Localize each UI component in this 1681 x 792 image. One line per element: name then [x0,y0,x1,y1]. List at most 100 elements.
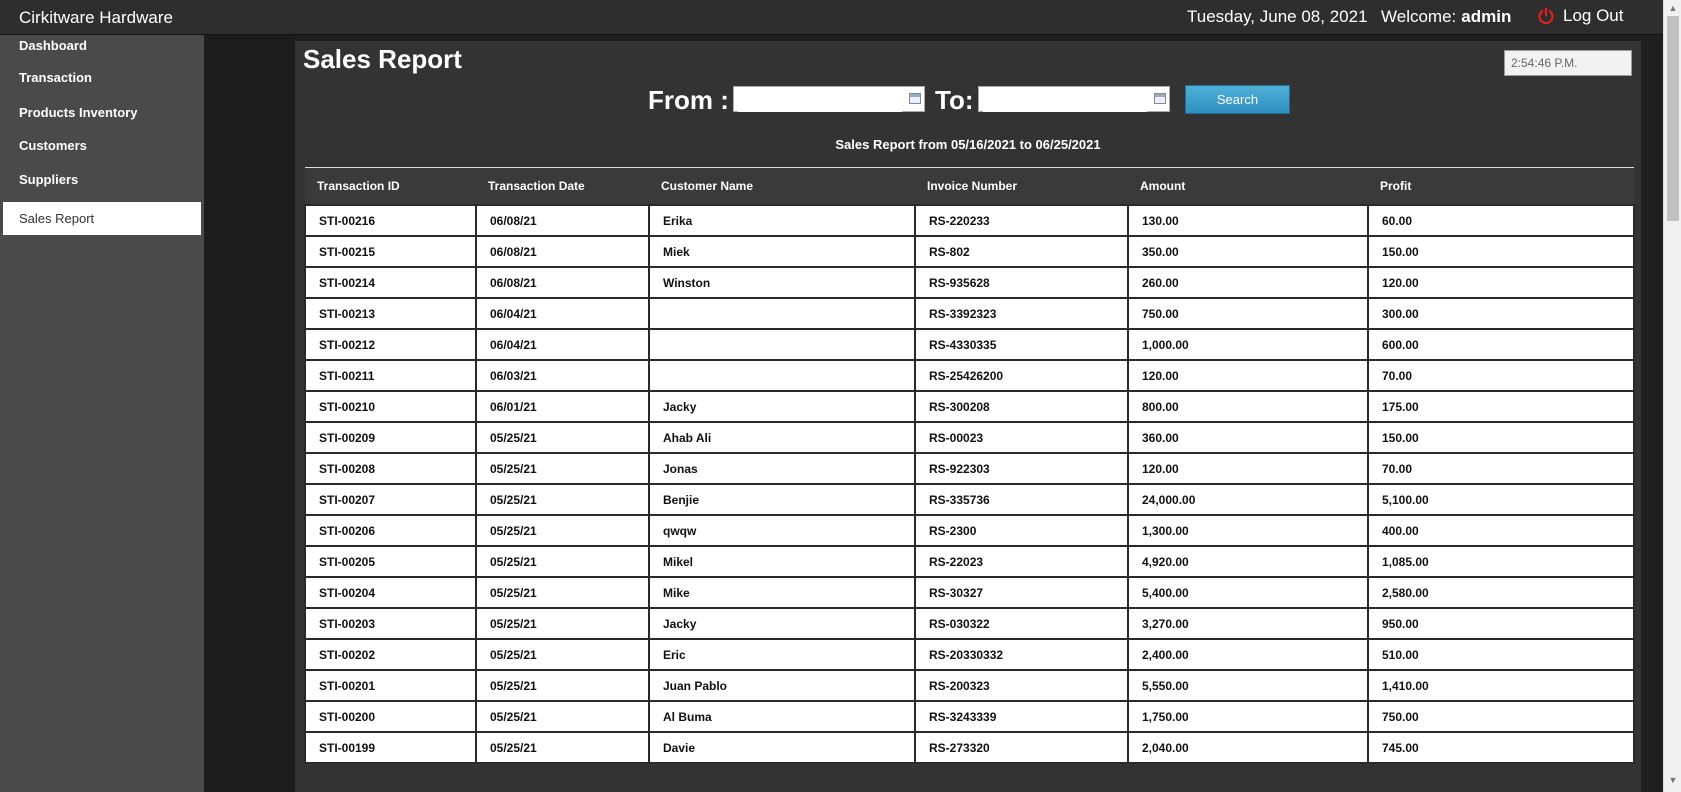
from-date-field [733,86,925,112]
cell-transaction-id: STI-00214 [304,266,477,299]
table-row[interactable]: STI-00204 05/25/21 Mike RS-30327 5,400.00 2,5… [304,576,1635,609]
column-header-transaction-date[interactable]: Transaction Date [476,167,649,205]
cell-transaction-date: 05/25/21 [475,514,650,547]
cell-transaction-date: 05/25/21 [475,452,650,485]
cell-customer-name: Eric [648,638,916,671]
table-row[interactable]: STI-00203 05/25/21 Jacky RS-030322 3,270.00 9… [304,607,1635,640]
cell-amount: 120.00 [1127,452,1369,485]
column-header-transaction-id[interactable]: Transaction ID [305,167,476,205]
cell-customer-name: Davie [648,731,916,764]
cell-profit: 950.00 [1367,607,1635,640]
report-caption: Sales Report from 05/16/2021 to 06/25/20… [835,137,1101,152]
cell-transaction-date: 06/08/21 [475,204,650,237]
cell-profit: 300.00 [1367,297,1635,330]
cell-profit: 400.00 [1367,514,1635,547]
table-row[interactable]: STI-00199 05/25/21 Davie RS-273320 2,040.00 7… [304,731,1635,764]
cell-invoice-number: RS-30327 [914,576,1129,609]
cell-customer-name: Jacky [648,607,916,640]
cell-amount: 750.00 [1127,297,1369,330]
table-row[interactable]: STI-00202 05/25/21 Eric RS-20330332 2,400.00… [304,638,1635,671]
cell-profit: 5,100.00 [1367,483,1635,516]
cell-customer-name: Miek [648,235,916,268]
table-row[interactable]: STI-00215 06/08/21 Miek RS-802 350.00 150.00 [304,235,1635,268]
cell-transaction-id: STI-00212 [304,328,477,361]
cell-customer-name [648,328,916,361]
cell-customer-name: Benjie [648,483,916,516]
cell-transaction-date: 05/25/21 [475,731,650,764]
cell-invoice-number: RS-20330332 [914,638,1129,671]
table-row[interactable]: STI-00211 06/03/21 RS-25426200 120.00 70.00 [304,359,1635,392]
cell-transaction-id: STI-00213 [304,297,477,330]
page-scrollbar[interactable]: ▲ ▼ [1663,0,1681,792]
cell-amount: 2,400.00 [1127,638,1369,671]
cell-transaction-date: 06/08/21 [475,266,650,299]
cell-transaction-date: 05/25/21 [475,700,650,733]
table-row[interactable]: STI-00210 06/01/21 Jacky RS-300208 800.00 175… [304,390,1635,423]
cell-profit: 175.00 [1367,390,1635,423]
cell-transaction-date: 06/04/21 [475,328,650,361]
power-icon [1538,7,1554,25]
cell-invoice-number: RS-300208 [914,390,1129,423]
cell-customer-name [648,359,916,392]
to-date-input[interactable] [983,88,1147,112]
page-title: Sales Report [303,44,462,74]
cell-amount: 1,000.00 [1127,328,1369,361]
logout-button[interactable]: Log Out [1537,6,1624,26]
table-row[interactable]: STI-00213 06/04/21 RS-3392323 750.00 300.00 [304,297,1635,330]
cell-amount: 130.00 [1127,204,1369,237]
cell-transaction-id: STI-00205 [304,545,477,578]
column-header-amount[interactable]: Amount [1128,167,1368,205]
column-header-profit[interactable]: Profit [1368,167,1634,205]
cell-profit: 2,580.00 [1367,576,1635,609]
calendar-icon[interactable] [1154,93,1166,104]
sidebar-item-products-inventory[interactable]: Products Inventory [3,102,201,135]
table-row[interactable]: STI-00200 05/25/21 Al Buma RS-3243339 1,750.… [304,700,1635,733]
column-header-customer-name[interactable]: Customer Name [649,167,915,205]
table-row[interactable]: STI-00209 05/25/21 Ahab Ali RS-00023 360.00 1… [304,421,1635,454]
app-brand: Cirkitware Hardware [19,8,173,27]
cell-invoice-number: RS-273320 [914,731,1129,764]
sidebar-item-dashboard[interactable]: Dashboard [3,35,201,68]
cell-invoice-number: RS-220233 [914,204,1129,237]
table-row[interactable]: STI-00207 05/25/21 Benjie RS-335736 24,000.0… [304,483,1635,516]
table-row[interactable]: STI-00208 05/25/21 Jonas RS-922303 120.00 70.… [304,452,1635,485]
sidebar-item-transaction[interactable]: Transaction [3,68,201,102]
cell-profit: 70.00 [1367,359,1635,392]
cell-invoice-number: RS-3392323 [914,297,1129,330]
sidebar-item-suppliers[interactable]: Suppliers [3,169,201,202]
table-row[interactable]: STI-00206 05/25/21 qwqw RS-2300 1,300.00 400.… [304,514,1635,547]
cell-transaction-id: STI-00199 [304,731,477,764]
cell-transaction-id: STI-00208 [304,452,477,485]
scroll-thumb[interactable] [1667,16,1679,221]
cell-profit: 150.00 [1367,421,1635,454]
table-row[interactable]: STI-00212 06/04/21 RS-4330335 1,000.00 600.0… [304,328,1635,361]
cell-customer-name: qwqw [648,514,916,547]
column-header-invoice-number[interactable]: Invoice Number [915,167,1128,205]
logout-label: Log Out [1563,6,1624,25]
sidebar: Dashboard Transaction Products Inventory… [0,35,204,792]
search-button[interactable]: Search [1185,85,1290,114]
table-row[interactable]: STI-00205 05/25/21 Mikel RS-22023 4,920.00 1,… [304,545,1635,578]
cell-profit: 150.00 [1367,235,1635,268]
scroll-down-arrow-icon[interactable]: ▼ [1664,772,1681,788]
calendar-icon[interactable] [909,93,921,104]
cell-amount: 5,400.00 [1127,576,1369,609]
cell-customer-name: Jacky [648,390,916,423]
table-row[interactable]: STI-00216 06/08/21 Erika RS-220233 130.00 60.… [304,204,1635,237]
sidebar-item-sales-report[interactable]: Sales Report [3,202,201,235]
cell-transaction-date: 05/25/21 [475,576,650,609]
cell-transaction-id: STI-00200 [304,700,477,733]
to-date-field [978,86,1170,112]
table-row[interactable]: STI-00214 06/08/21 Winston RS-935628 260.00 1… [304,266,1635,299]
cell-invoice-number: RS-2300 [914,514,1129,547]
cell-amount: 1,750.00 [1127,700,1369,733]
cell-invoice-number: RS-00023 [914,421,1129,454]
cell-profit: 600.00 [1367,328,1635,361]
table-header-row: Transaction ID Transaction Date Customer… [305,167,1634,205]
from-date-input[interactable] [738,88,902,112]
table-row[interactable]: STI-00201 05/25/21 Juan Pablo RS-200323 5,55… [304,669,1635,702]
cell-customer-name: Ahab Ali [648,421,916,454]
sidebar-item-customers[interactable]: Customers [3,135,201,169]
cell-invoice-number: RS-922303 [914,452,1129,485]
scroll-up-arrow-icon[interactable]: ▲ [1664,0,1681,16]
